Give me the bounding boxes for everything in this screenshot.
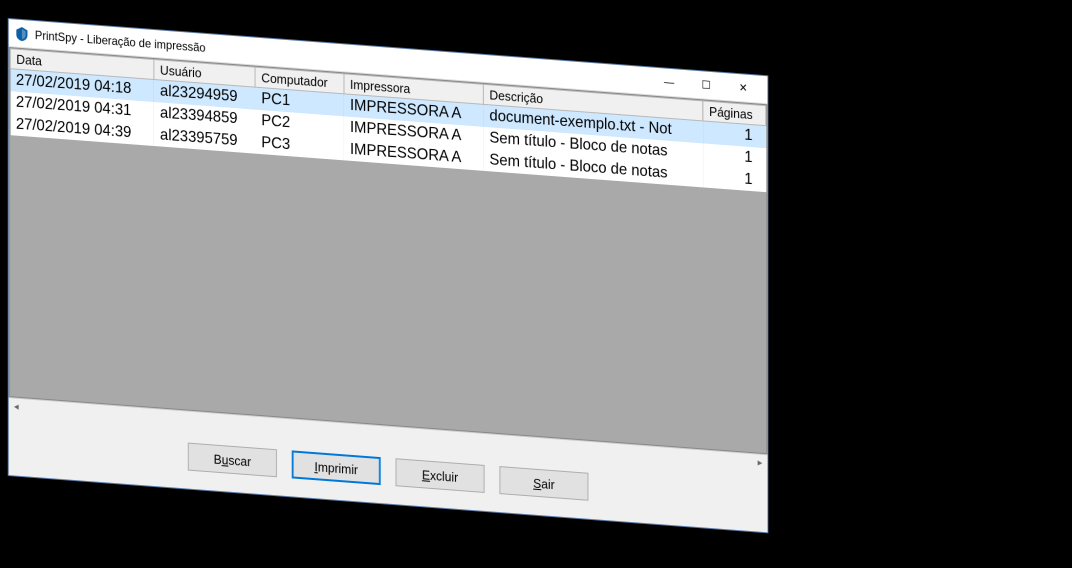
col-paginas[interactable]: Páginas (703, 101, 766, 126)
client-area: Data Usuário Computador Impressora Descr… (9, 47, 767, 532)
cell-paginas: 1 (703, 121, 766, 148)
button-bar: Buscar Imprimir Excluir Sair (9, 413, 767, 532)
app-window: PrintSpy - Liberação de impressão — ☐ ✕ … (8, 18, 768, 533)
sair-button[interactable]: Sair (499, 466, 588, 501)
buscar-button[interactable]: Buscar (188, 443, 277, 478)
app-icon (14, 25, 29, 42)
window-controls: — ☐ ✕ (651, 70, 762, 100)
excluir-button[interactable]: Excluir (396, 458, 485, 493)
imprimir-button[interactable]: Imprimir (292, 450, 381, 485)
cell-paginas: 1 (703, 143, 766, 170)
cell-paginas: 1 (703, 165, 766, 192)
scroll-right-icon[interactable]: ▸ (753, 454, 768, 471)
print-jobs-grid[interactable]: Data Usuário Computador Impressora Descr… (9, 47, 767, 454)
close-button[interactable]: ✕ (725, 76, 762, 101)
scroll-left-icon[interactable]: ◂ (9, 398, 24, 415)
